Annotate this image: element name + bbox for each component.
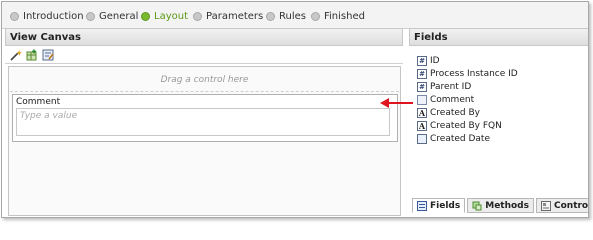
layout-canvas[interactable]: Drag a control here Comment Type a value [8,66,401,216]
fields-panel-tabs: Fields Methods Controls [412,198,588,215]
tab-label: Controls [554,200,589,211]
wizard-window: Introduction General Layout Parameters R… [1,1,589,218]
field-item-created-date[interactable]: Created Date [417,132,518,145]
tab-controls[interactable]: Controls [536,198,589,213]
field-item-process-instance-id[interactable]: # Process Instance ID [417,67,518,80]
fields-panel: Fields # ID # Process Instance ID # Pare… [409,28,588,217]
wand-icon[interactable] [10,49,22,61]
text-icon: A [417,107,427,118]
tab-methods[interactable]: Methods [467,198,534,213]
add-table-icon[interactable] [26,49,38,61]
field-label: ID [430,55,440,66]
controls-icon [541,200,551,211]
step-label: Finished [324,10,365,22]
memo-icon [417,94,427,105]
edit-form-icon[interactable] [42,49,54,61]
field-item-id[interactable]: # ID [417,54,518,67]
field-label: Parent ID [430,81,472,92]
field-list: # ID # Process Instance ID # Parent ID C… [417,54,518,145]
wizard-steps-bar: Introduction General Layout Parameters R… [2,2,588,29]
tab-label: Fields [430,200,461,211]
step-label: Rules [279,10,306,22]
step-dot-active-icon [141,11,150,21]
field-item-created-by-fqn[interactable]: A Created By FQN [417,119,518,132]
step-dot-icon [86,11,95,21]
field-label: Comment [430,94,475,105]
tab-label: Methods [485,200,529,211]
step-dot-icon [266,11,275,21]
view-canvas-title: View Canvas [5,28,403,46]
step-general[interactable]: General [86,9,138,23]
field-item-parent-id[interactable]: # Parent ID [417,80,518,93]
date-icon [417,133,427,144]
field-label: Created Date [430,133,490,144]
field-label: Created By [430,107,480,118]
text-icon: A [417,120,427,131]
step-dot-icon [10,11,19,21]
step-rules[interactable]: Rules [266,9,306,23]
fields-panel-title: Fields [409,28,588,46]
field-label: Process Instance ID [430,68,518,79]
methods-icon [472,201,482,210]
step-dot-icon [311,11,320,21]
number-icon: # [417,81,427,92]
step-finished[interactable]: Finished [311,9,365,23]
number-icon: # [417,68,427,79]
field-label: Created By FQN [430,120,502,131]
step-introduction[interactable]: Introduction [10,9,84,23]
step-parameters[interactable]: Parameters [193,9,263,23]
fields-icon [417,200,427,211]
tab-fields[interactable]: Fields [412,198,466,213]
view-canvas-panel: View Canvas Drag a control here Comment … [5,28,403,217]
step-label: Layout [154,10,188,22]
field-item-comment[interactable]: Comment [417,93,518,106]
canvas-toolbar [5,46,403,64]
step-label: Parameters [206,10,264,22]
step-label: General [99,10,139,22]
step-dot-icon [193,11,202,21]
step-layout[interactable]: Layout [141,9,188,23]
number-icon: # [417,55,427,66]
drop-zone-hint[interactable]: Drag a control here [10,69,399,92]
field-item-created-by[interactable]: A Created By [417,106,518,119]
comment-input[interactable]: Type a value [16,108,390,136]
comment-control[interactable]: Comment Type a value [12,94,398,142]
step-label: Introduction [23,10,84,22]
comment-control-label: Comment [16,97,61,107]
